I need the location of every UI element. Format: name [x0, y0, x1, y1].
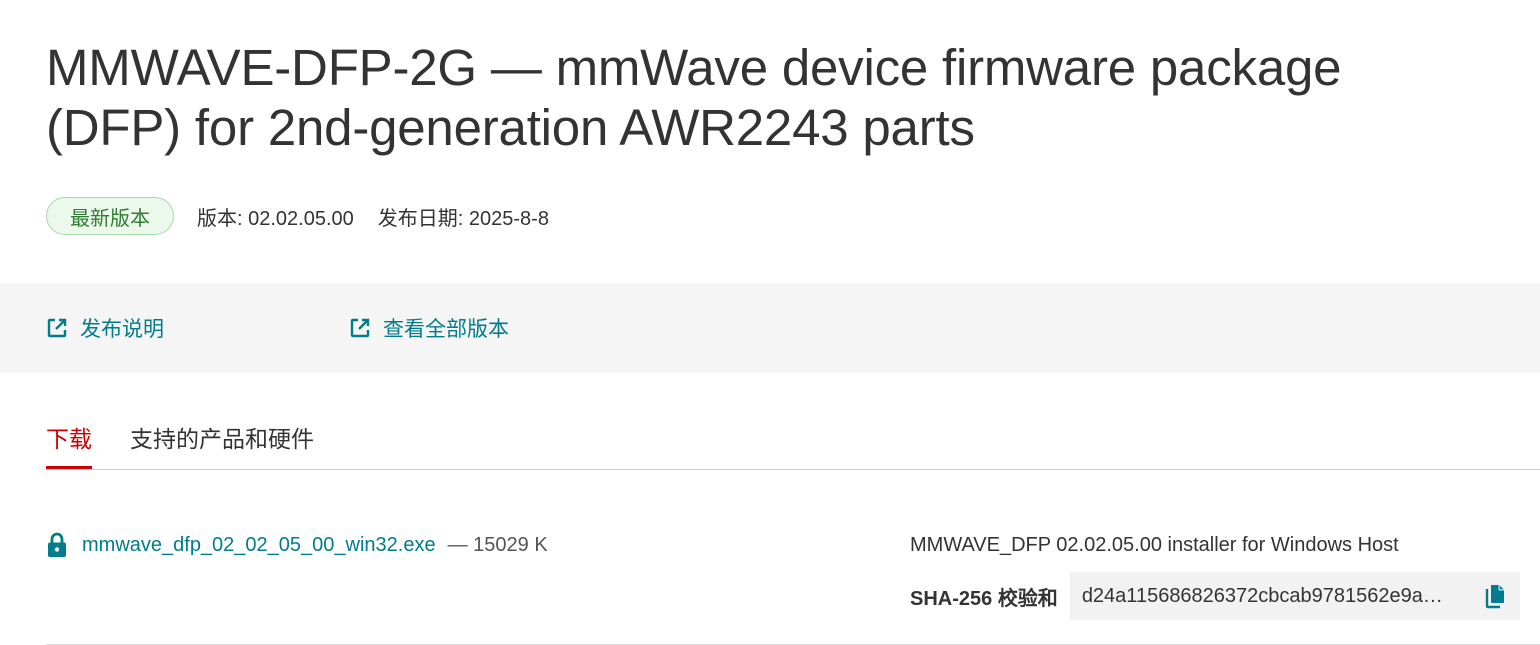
release-notes-link[interactable]: 发布说明	[46, 283, 164, 373]
tab-bar: 下载 支持的产品和硬件	[46, 413, 1540, 470]
copy-icon[interactable]	[1482, 582, 1508, 610]
resource-links-bar: 发布说明 查看全部版本	[0, 283, 1540, 373]
download-file: mmwave_dfp_02_02_05_00_win32.exe — 15029…	[46, 530, 548, 560]
tab-supported-products[interactable]: 支持的产品和硬件	[130, 413, 314, 467]
file-description: MMWAVE_DFP 02.02.05.00 installer for Win…	[910, 534, 1399, 556]
page: MMWAVE-DFP-2G — mmWave device firmware p…	[0, 0, 1540, 645]
lock-icon	[46, 532, 68, 558]
tab-downloads[interactable]: 下载	[46, 413, 92, 469]
all-versions-label: 查看全部版本	[383, 318, 509, 341]
file-size: — 15029 K	[447, 533, 548, 556]
external-link-icon	[47, 318, 67, 338]
checksum-label: SHA-256 校验和	[910, 587, 1058, 610]
external-link-icon	[350, 318, 370, 338]
download-file-link[interactable]: mmwave_dfp_02_02_05_00_win32.exe	[82, 534, 436, 557]
version-meta: 最新版本 版本: 02.02.05.00 发布日期: 2025-8-8	[46, 197, 549, 235]
all-versions-link[interactable]: 查看全部版本	[349, 283, 509, 373]
download-row: mmwave_dfp_02_02_05_00_win32.exe — 15029…	[46, 470, 1540, 645]
latest-version-badge: 最新版本	[46, 197, 174, 235]
release-date: 发布日期: 2025-8-8	[377, 207, 549, 230]
version-number: 版本: 02.02.05.00	[197, 207, 354, 230]
checksum-value[interactable]: d24a115686826372cbcab9781562e9a…	[1082, 585, 1466, 608]
page-title: MMWAVE-DFP-2G — mmWave device firmware p…	[46, 39, 1342, 156]
release-notes-label: 发布说明	[80, 318, 164, 341]
checksum-field[interactable]: d24a115686826372cbcab9781562e9a…	[1069, 572, 1520, 620]
checksum-row: SHA-256 校验和 d24a115686826372cbcab9781562…	[910, 572, 1520, 620]
